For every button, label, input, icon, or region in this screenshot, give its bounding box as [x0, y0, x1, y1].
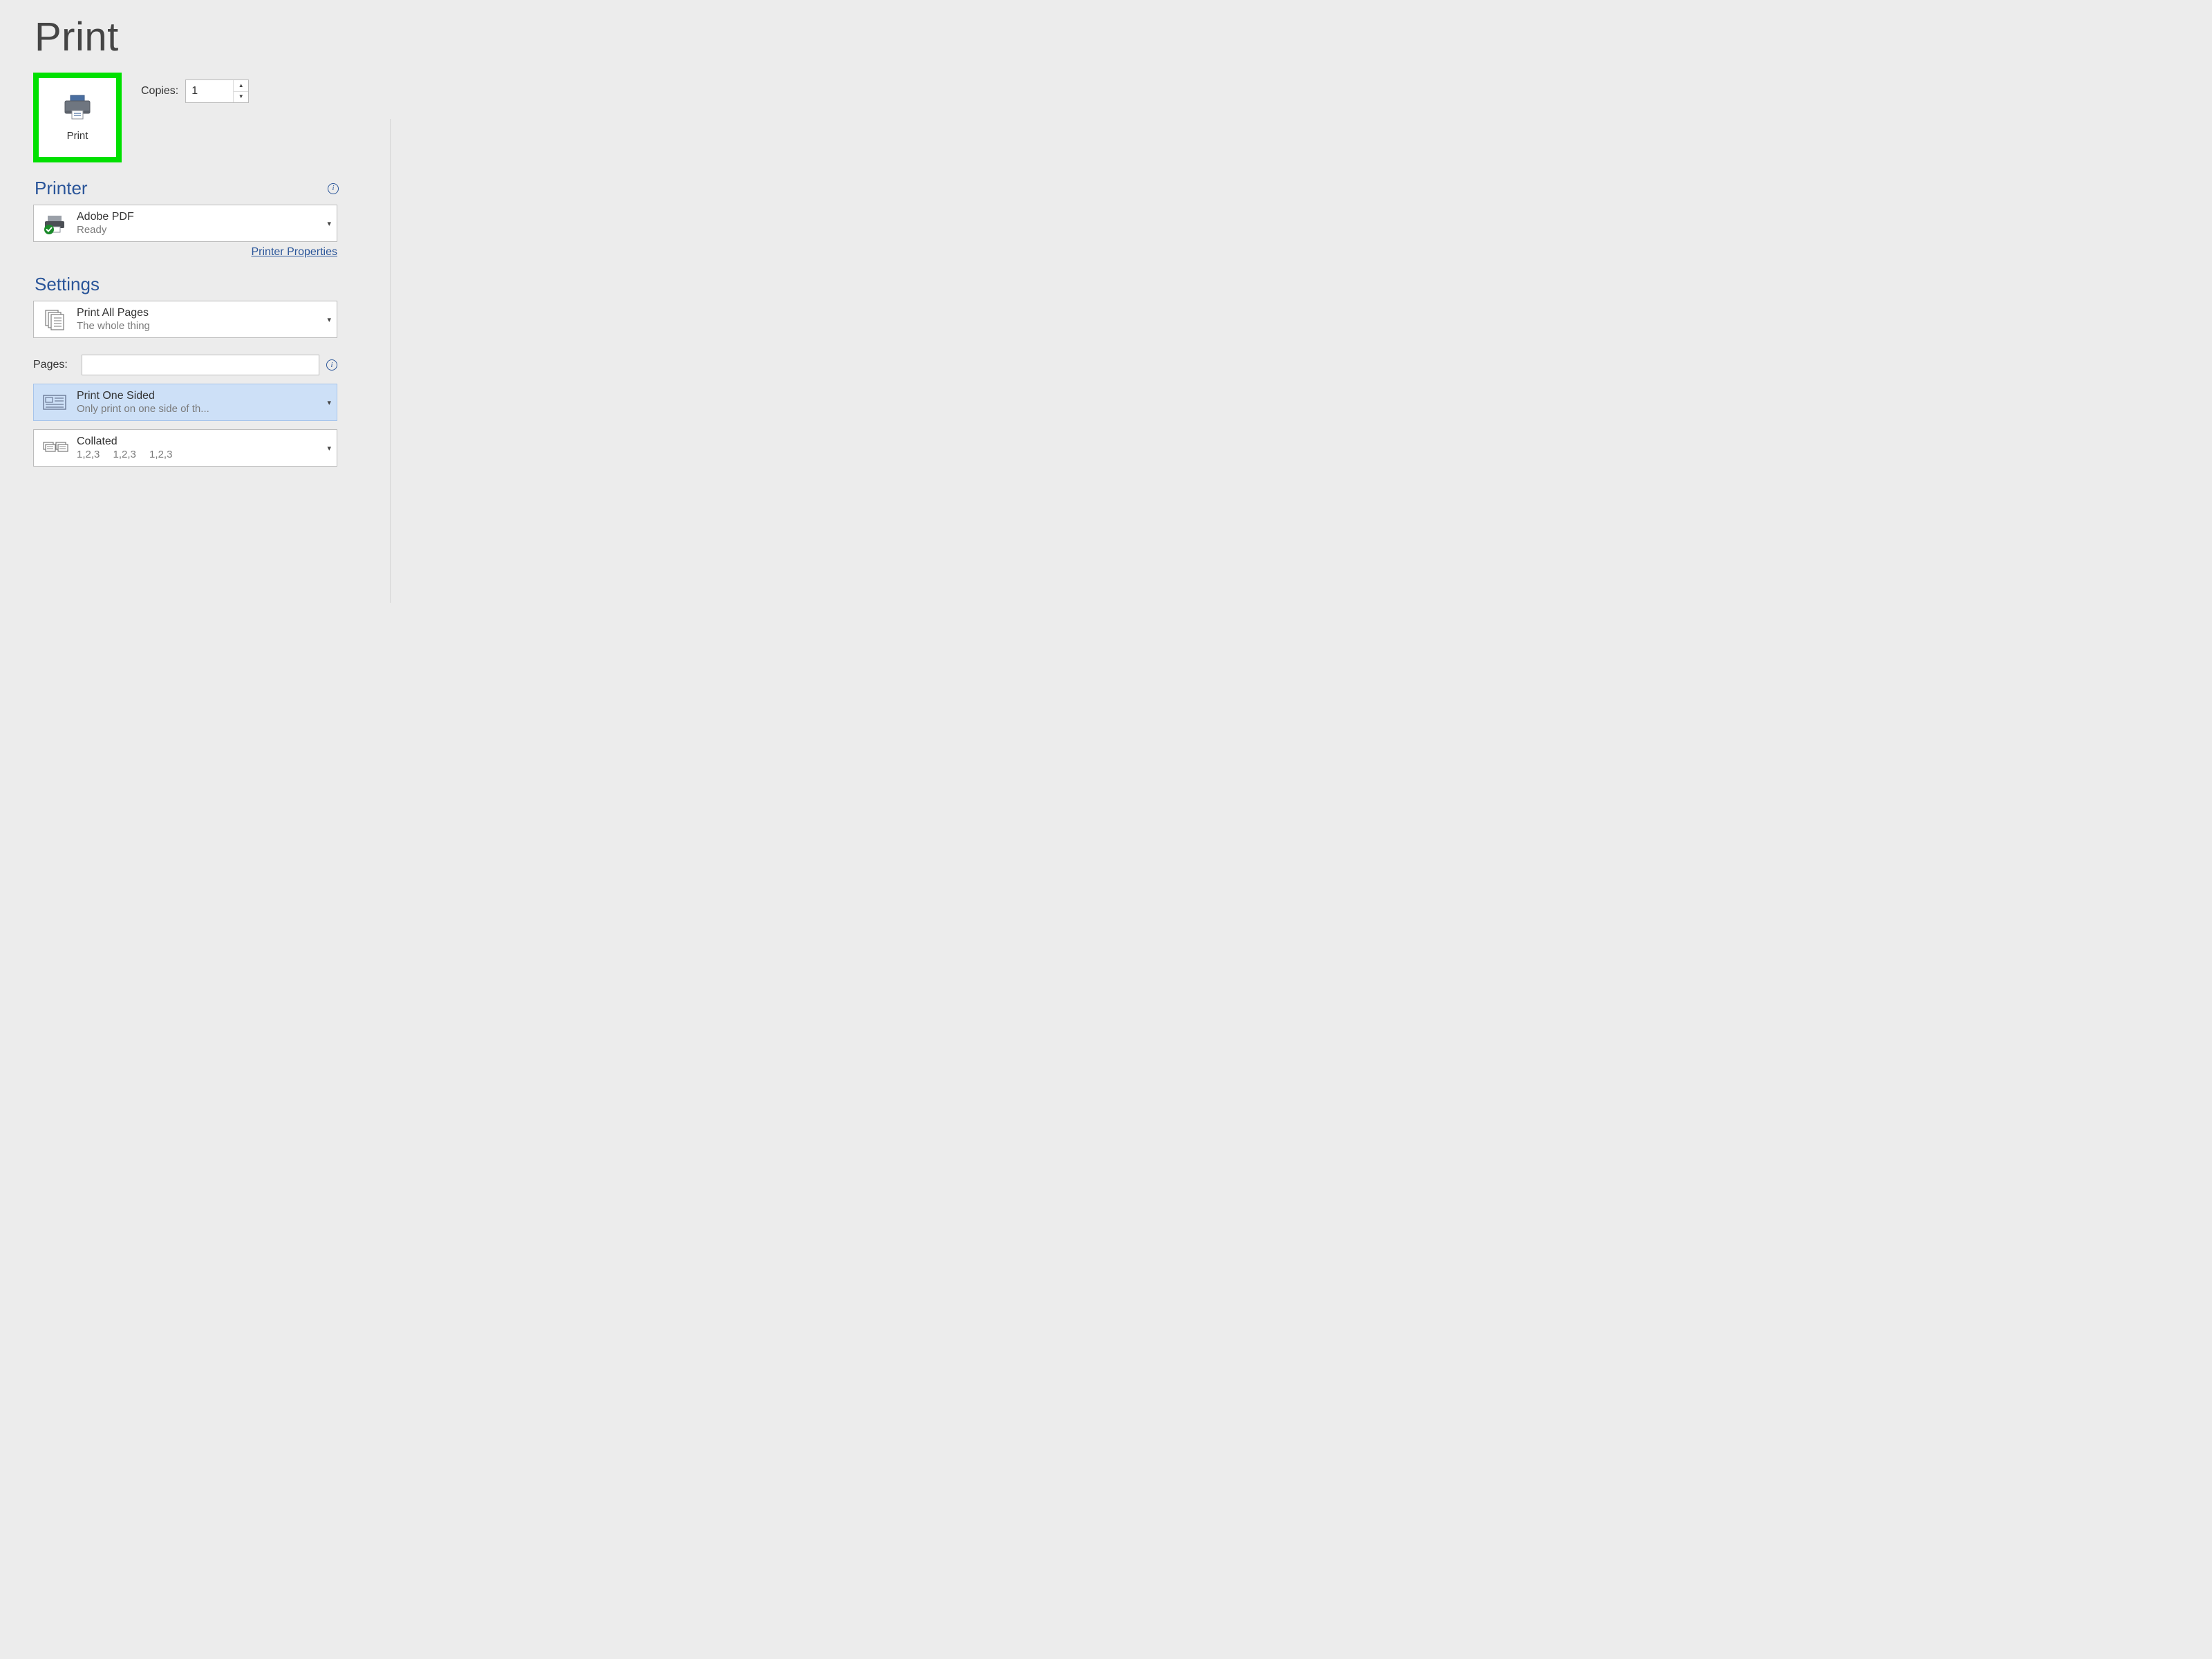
printer-select[interactable]: Adobe PDF Ready ▾: [33, 205, 337, 242]
vertical-divider: [390, 119, 391, 603]
printer-properties-link[interactable]: Printer Properties: [252, 246, 338, 258]
print-scope-title: Print All Pages: [77, 306, 319, 320]
chevron-down-icon: ▾: [327, 398, 331, 407]
one-sided-icon: [41, 392, 68, 413]
copies-input[interactable]: [186, 80, 233, 102]
collate-select[interactable]: Collated 1,2,3 1,2,3 1,2,3 ▾: [33, 429, 337, 467]
pages-input[interactable]: [82, 355, 319, 375]
copies-stepper[interactable]: ▲ ▼: [185, 79, 249, 103]
settings-section-heading: Settings: [35, 274, 339, 295]
printer-heading-label: Printer: [35, 178, 88, 199]
page-title: Print: [35, 14, 830, 60]
print-scope-desc: The whole thing: [77, 320, 319, 333]
printer-device-icon: [41, 212, 68, 235]
printer-section-heading: Printer i: [35, 178, 339, 199]
print-button-label: Print: [67, 130, 88, 142]
chevron-down-icon: ▾: [327, 219, 331, 228]
sides-title: Print One Sided: [77, 389, 319, 403]
print-button-highlight: Print: [33, 73, 122, 162]
settings-heading-label: Settings: [35, 274, 100, 295]
copies-step-down[interactable]: ▼: [234, 92, 248, 103]
collated-icon: [41, 438, 68, 458]
printer-icon: [62, 94, 93, 120]
pages-row: Pages: i: [33, 355, 337, 375]
printer-status: Ready: [77, 224, 319, 237]
chevron-down-icon: ▾: [327, 315, 331, 324]
sides-select[interactable]: Print One Sided Only print on one side o…: [33, 384, 337, 421]
collate-title: Collated: [77, 435, 319, 449]
copies-step-up[interactable]: ▲: [234, 80, 248, 92]
pages-stack-icon: [41, 307, 68, 332]
collate-desc: 1,2,3 1,2,3 1,2,3: [77, 449, 319, 462]
print-scope-select[interactable]: Print All Pages The whole thing ▾: [33, 301, 337, 338]
print-button[interactable]: Print: [39, 78, 116, 157]
pages-label: Pages:: [33, 359, 75, 371]
copies-label: Copies:: [141, 85, 178, 97]
pages-info-icon[interactable]: i: [326, 359, 337, 371]
chevron-down-icon: ▾: [327, 444, 331, 453]
sides-desc: Only print on one side of th...: [77, 403, 319, 416]
printer-info-icon[interactable]: i: [328, 183, 339, 194]
copies-group: Copies: ▲ ▼: [141, 73, 249, 103]
printer-name: Adobe PDF: [77, 210, 319, 224]
